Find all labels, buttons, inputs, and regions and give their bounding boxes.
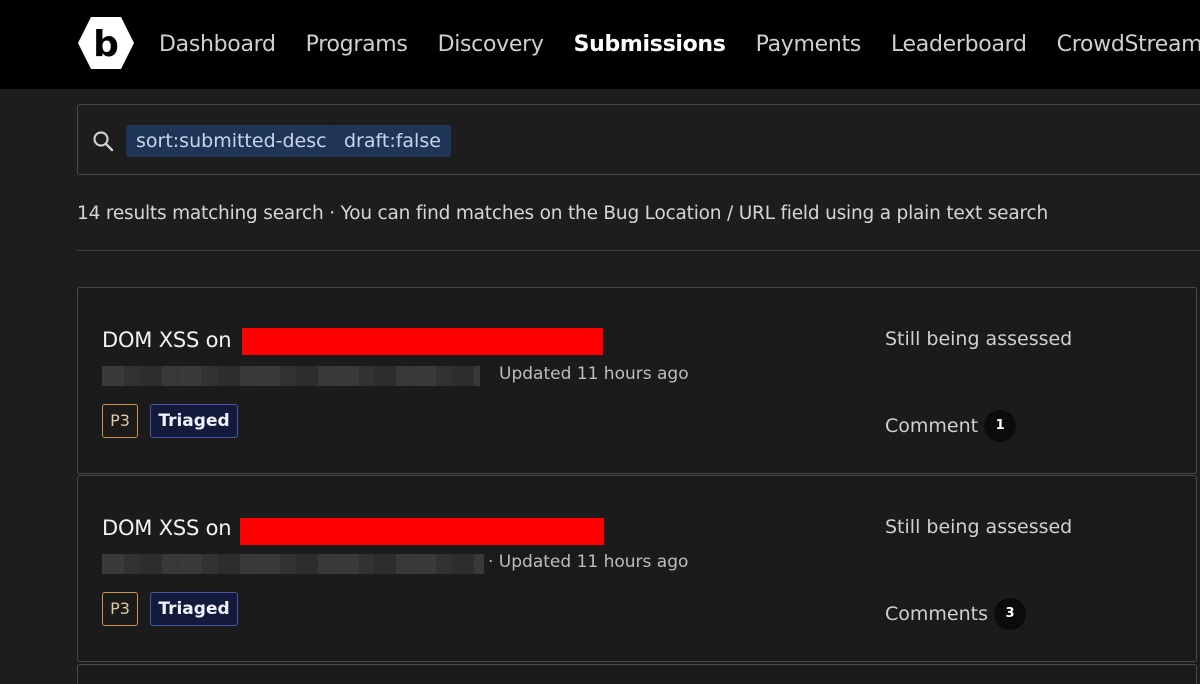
redacted-target bbox=[240, 518, 604, 545]
redacted-target bbox=[242, 328, 603, 355]
nav-dashboard[interactable]: Dashboard bbox=[159, 32, 276, 57]
search-chip-draft[interactable]: draft:false bbox=[334, 125, 451, 157]
submission-card-partial[interactable] bbox=[77, 664, 1197, 684]
submission-title[interactable]: DOM XSS on bbox=[102, 328, 232, 352]
assessment-status: Still being assessed bbox=[885, 516, 1073, 538]
nav-payments[interactable]: Payments bbox=[756, 32, 862, 57]
search-icon bbox=[93, 131, 114, 152]
nav-crowdstream[interactable]: CrowdStream bbox=[1057, 32, 1200, 57]
bugcrowd-logo-icon[interactable]: b bbox=[77, 16, 135, 70]
top-navigation-bar: b Dashboard Programs Discovery Submissio… bbox=[0, 0, 1200, 89]
submission-card[interactable]: DOM XSS on Updated 11 hours ago P3 Triag… bbox=[77, 287, 1197, 474]
updated-time: Updated 11 hours ago bbox=[499, 364, 689, 384]
nav-programs[interactable]: Programs bbox=[306, 32, 408, 57]
comments-label: Comments bbox=[885, 603, 988, 625]
search-chip-sort[interactable]: sort:submitted-desc bbox=[126, 125, 337, 157]
submission-title[interactable]: DOM XSS on bbox=[102, 516, 232, 540]
state-badge: Triaged bbox=[150, 404, 238, 438]
svg-text:b: b bbox=[93, 24, 119, 65]
priority-badge: P3 bbox=[102, 404, 138, 438]
comment-count-badge: 3 bbox=[994, 598, 1026, 630]
redacted-program-info bbox=[102, 554, 484, 574]
assessment-status: Still being assessed bbox=[885, 328, 1073, 350]
submission-card[interactable]: DOM XSS on · Updated 11 hours ago P3 Tri… bbox=[77, 475, 1197, 662]
divider bbox=[77, 250, 1200, 251]
search-bar[interactable]: sort:submitted-desc draft:false bbox=[77, 104, 1200, 175]
comments-link[interactable]: Comment 1 bbox=[885, 410, 1017, 442]
priority-badge: P3 bbox=[102, 592, 138, 626]
nav-discovery[interactable]: Discovery bbox=[438, 32, 544, 57]
nav-submissions[interactable]: Submissions bbox=[574, 32, 726, 57]
nav-leaderboard[interactable]: Leaderboard bbox=[891, 32, 1027, 57]
comments-link[interactable]: Comments 3 bbox=[885, 598, 1026, 630]
redacted-program-info bbox=[102, 366, 480, 386]
state-badge: Triaged bbox=[150, 592, 238, 626]
results-summary: 14 results matching search · You can fin… bbox=[77, 203, 1048, 224]
updated-time: · Updated 11 hours ago bbox=[488, 552, 689, 572]
main-nav: Dashboard Programs Discovery Submissions… bbox=[159, 0, 1200, 89]
comment-count-badge: 1 bbox=[984, 410, 1017, 442]
comments-label: Comment bbox=[885, 415, 979, 437]
